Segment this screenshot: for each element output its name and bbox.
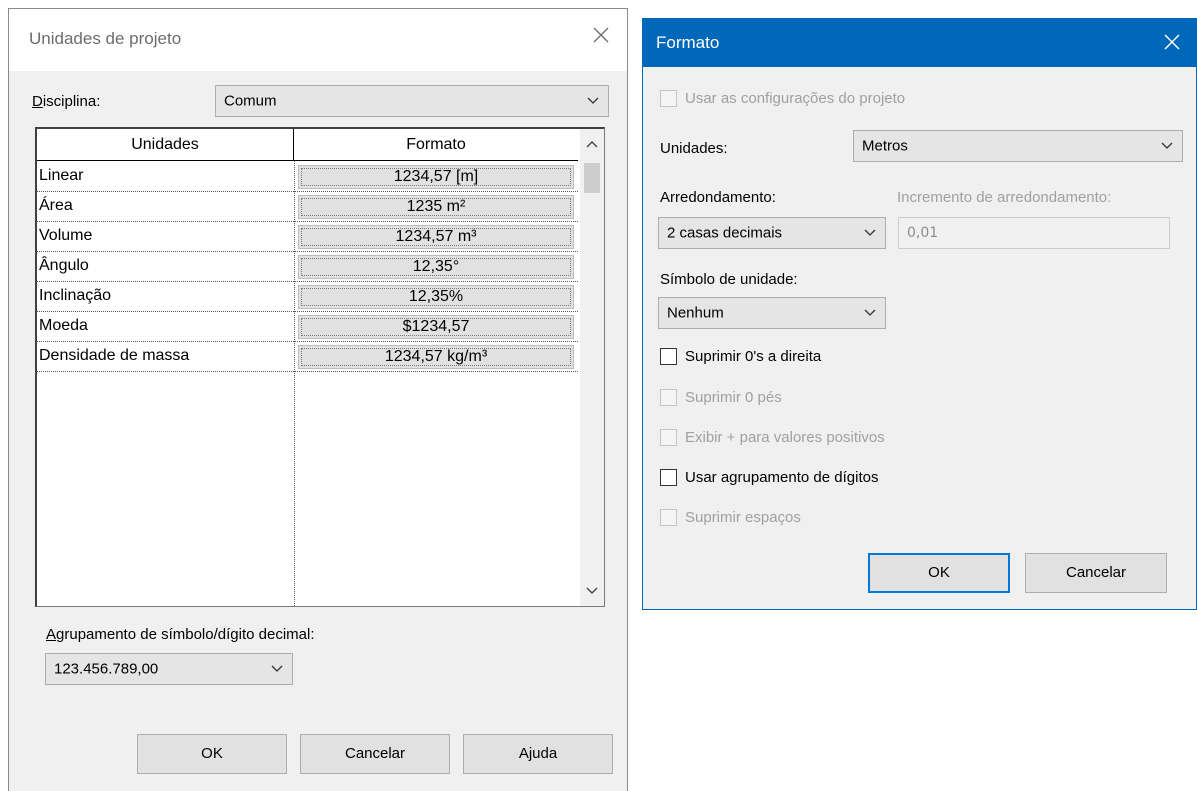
format-button[interactable]: 1234,57 kg/m³	[298, 345, 574, 369]
suppress-trailing-zeros-checkbox[interactable]	[660, 348, 677, 365]
table-row[interactable]: Inclinação 12,35%	[37, 282, 578, 312]
suppress-trailing-zeros-label: Suprimir 0's a direita	[685, 348, 822, 365]
rounding-increment-field[interactable]: 0,01	[898, 217, 1170, 249]
format-ok-button[interactable]: OK	[868, 553, 1010, 593]
show-plus-positive-checkbox[interactable]	[660, 429, 677, 446]
table-row[interactable]: Volume 1234,57 m³	[37, 222, 578, 252]
unit-name: Moeda	[39, 317, 88, 334]
units-dropdown[interactable]: Metros	[853, 130, 1183, 162]
unit-name: Inclinação	[39, 287, 112, 304]
table-row[interactable]: Ângulo 12,35°	[37, 252, 578, 282]
chevron-down-icon[interactable]	[585, 586, 599, 596]
unit-name: Volume	[39, 227, 93, 244]
units-column-header[interactable]: Unidades	[37, 129, 294, 161]
use-digit-grouping-label: Usar agrupamento de dígitos	[685, 469, 879, 486]
chevron-up-icon[interactable]	[585, 139, 599, 149]
unit-symbol-dropdown[interactable]: Nenhum	[658, 297, 886, 329]
rounding-increment-label: Incremento de arredondamento:	[897, 189, 1112, 206]
units-table: Unidades Formato Linear 1234,57 [m] Área…	[35, 127, 605, 607]
table-row[interactable]: Moeda $1234,57	[37, 312, 578, 342]
use-project-settings-label: Usar as configurações do projeto	[685, 90, 906, 107]
units-value: Metros	[862, 137, 908, 155]
format-title: Formato	[656, 33, 720, 52]
close-icon[interactable]	[1162, 32, 1182, 52]
ok-button[interactable]: OK	[137, 734, 287, 774]
unit-name: Linear	[39, 167, 84, 184]
format-button[interactable]: 1234,57 [m]	[298, 165, 574, 189]
discipline-value: Comum	[224, 92, 277, 110]
discipline-dropdown[interactable]: Comum	[215, 85, 609, 117]
chevron-down-icon	[587, 97, 599, 104]
rounding-label: Arredondamento:	[660, 189, 776, 206]
help-button[interactable]: Ajuda	[463, 734, 613, 774]
format-dialog: Formato Usar as configurações do projeto…	[642, 18, 1197, 610]
rounding-dropdown[interactable]: 2 casas decimais	[658, 217, 886, 249]
unit-name: Área	[39, 197, 73, 214]
format-button[interactable]: 12,35°	[298, 255, 574, 279]
use-project-settings-checkbox[interactable]	[660, 90, 677, 107]
chevron-down-icon	[864, 309, 876, 316]
suppress-spaces-label: Suprimir espaços	[685, 509, 801, 526]
cancel-button[interactable]: Cancelar	[300, 734, 450, 774]
rounding-increment-value: 0,01	[907, 225, 939, 241]
suppress-zero-feet-label: Suprimir 0 pés	[685, 389, 782, 406]
format-button[interactable]: 1234,57 m³	[298, 225, 574, 249]
format-button[interactable]: 1235 m²	[298, 195, 574, 219]
format-button[interactable]: 12,35%	[298, 285, 574, 309]
rounding-value: 2 casas decimais	[667, 224, 783, 242]
table-row[interactable]: Densidade de massa 1234,57 kg/m³	[37, 342, 578, 372]
project-units-title: Unidades de projeto	[29, 29, 182, 48]
scrollbar-thumb[interactable]	[584, 163, 600, 193]
chevron-down-icon	[864, 229, 876, 236]
suppress-zero-feet-checkbox[interactable]	[660, 389, 677, 406]
grouping-dropdown[interactable]: 123.456.789,00	[45, 653, 293, 685]
units-label: Unidades:	[660, 140, 728, 157]
grouping-value: 123.456.789,00	[54, 660, 159, 678]
grouping-label: Agrupamento de símbolo/dígito decimal:	[46, 626, 315, 643]
unit-name: Densidade de massa	[39, 347, 190, 364]
format-title-bar: Formato	[643, 19, 1196, 67]
chevron-down-icon	[1161, 142, 1173, 149]
discipline-label: Disciplina:	[32, 93, 101, 110]
unit-symbol-value: Nenhum	[667, 304, 724, 322]
unit-symbol-label: Símbolo de unidade:	[660, 271, 798, 288]
project-units-title-bar: Unidades de projeto	[9, 9, 627, 71]
unit-name: Ângulo	[39, 257, 89, 274]
project-units-dialog: Unidades de projeto Disciplina: Comum Un…	[8, 8, 628, 791]
table-row[interactable]: Área 1235 m²	[37, 192, 578, 222]
vertical-scrollbar[interactable]	[580, 129, 604, 606]
use-digit-grouping-checkbox[interactable]	[660, 469, 677, 486]
close-icon[interactable]	[589, 23, 613, 47]
chevron-down-icon	[271, 665, 283, 672]
format-button[interactable]: $1234,57	[298, 315, 574, 339]
format-column-header[interactable]: Formato	[294, 129, 578, 161]
table-row[interactable]: Linear 1234,57 [m]	[37, 162, 578, 192]
suppress-spaces-checkbox[interactable]	[660, 509, 677, 526]
format-cancel-button[interactable]: Cancelar	[1025, 553, 1167, 593]
show-plus-positive-label: Exibir + para valores positivos	[685, 429, 885, 446]
